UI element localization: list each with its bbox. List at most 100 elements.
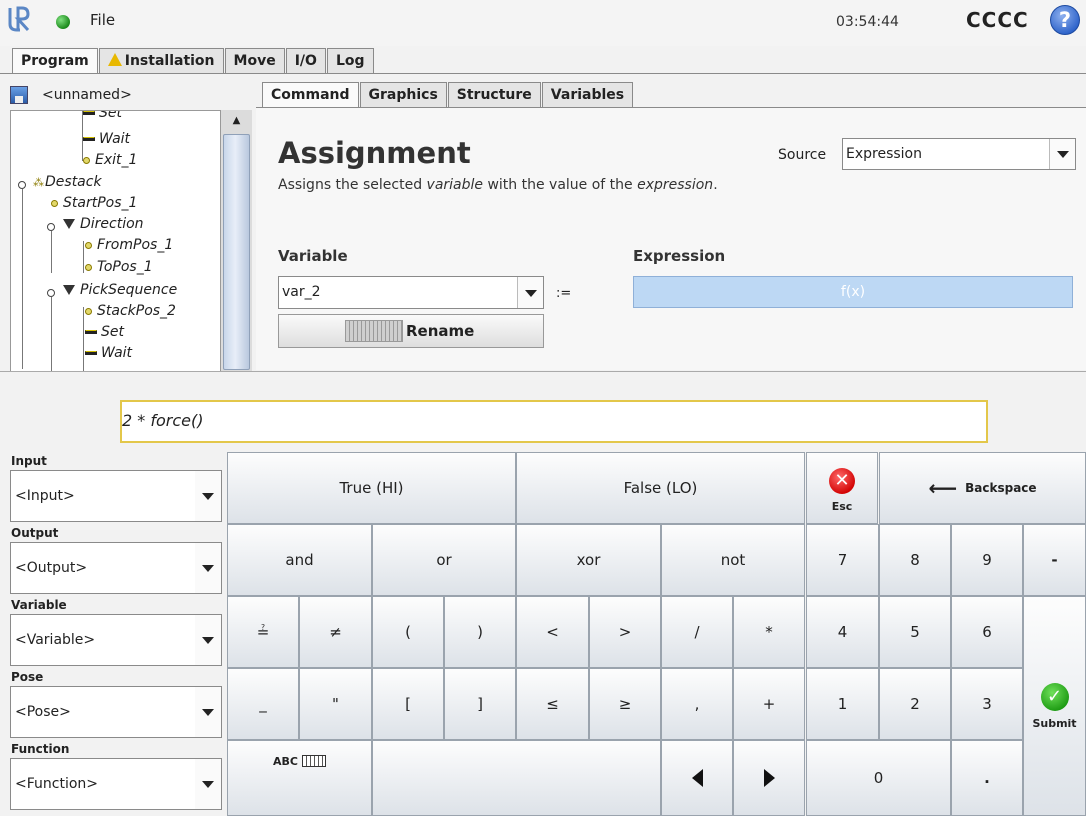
right-bracket-key[interactable]: ] xyxy=(444,668,516,740)
decimal-key[interactable]: . xyxy=(951,740,1023,816)
tab-installation[interactable]: Installation xyxy=(98,48,224,74)
digit-5-key[interactable]: 5 xyxy=(879,596,951,668)
wait-icon xyxy=(83,137,95,141)
tree-node-startpos[interactable]: StartPos_1 xyxy=(51,195,137,211)
collapse-toggle-icon[interactable] xyxy=(47,223,55,231)
pose-select[interactable]: <Pose> xyxy=(10,686,222,738)
top-bar: File 03:54:44 CCCC ? xyxy=(0,0,1086,46)
tree-node-wait-2[interactable]: Wait xyxy=(85,345,132,361)
set-icon xyxy=(83,111,95,115)
save-program-icon[interactable] xyxy=(10,86,28,104)
digit-9-key[interactable]: 9 xyxy=(951,524,1023,596)
backspace-button[interactable]: ⟵ Backspace xyxy=(879,452,1086,524)
cursor-right-button[interactable] xyxy=(733,740,805,816)
variable-select[interactable]: var_2 xyxy=(278,276,544,309)
variable-selector[interactable]: <Variable> xyxy=(10,614,222,666)
underscore-key[interactable]: _ xyxy=(227,668,299,740)
tree-node-frompos[interactable]: FromPos_1 xyxy=(85,237,173,253)
xor-key[interactable]: xor xyxy=(516,524,661,596)
tab-io[interactable]: I/O xyxy=(285,48,326,74)
output-select[interactable]: <Output> xyxy=(10,542,222,594)
digit-0-key[interactable]: 0 xyxy=(806,740,951,816)
waypoint-icon xyxy=(85,241,92,249)
expression-field[interactable]: f(x) xyxy=(633,276,1073,308)
minus-key[interactable]: - xyxy=(1023,524,1086,596)
not-equals-key[interactable]: ≠ xyxy=(299,596,372,668)
tree-node-topos[interactable]: ToPos_1 xyxy=(85,259,153,275)
digit-8-key[interactable]: 8 xyxy=(879,524,951,596)
expression-label: Expression xyxy=(633,247,726,265)
program-tree[interactable]: Set Wait Exit_1 ⁂Destack StartPos_1 Dire… xyxy=(10,110,252,372)
divide-key[interactable]: / xyxy=(661,596,733,668)
help-icon[interactable]: ? xyxy=(1050,5,1080,35)
direction-icon xyxy=(63,219,75,229)
checkmark-icon: ✓ xyxy=(1040,682,1069,711)
tab-structure[interactable]: Structure xyxy=(447,82,541,108)
plus-key[interactable]: + xyxy=(733,668,805,740)
right-paren-key[interactable]: ) xyxy=(444,596,516,668)
clock: 03:54:44 xyxy=(836,14,899,30)
quote-key[interactable]: " xyxy=(299,668,372,740)
false-key[interactable]: False (LO) xyxy=(516,452,805,524)
tree-node-direction[interactable]: Direction xyxy=(63,216,144,232)
expression-input[interactable]: 2 * force() xyxy=(120,400,988,443)
digit-4-key[interactable]: 4 xyxy=(806,596,879,668)
left-paren-key[interactable]: ( xyxy=(372,596,444,668)
ur-logo-icon xyxy=(8,6,30,32)
digit-1-key[interactable]: 1 xyxy=(806,668,879,740)
set-icon xyxy=(85,330,97,334)
tree-node-set[interactable]: Set xyxy=(83,111,122,121)
tab-graphics[interactable]: Graphics xyxy=(359,82,447,108)
digit-2-key[interactable]: 2 xyxy=(879,668,951,740)
digit-7-key[interactable]: 7 xyxy=(806,524,879,596)
scroll-thumb[interactable] xyxy=(223,134,250,370)
collapse-toggle-icon[interactable] xyxy=(47,289,55,297)
and-key[interactable]: and xyxy=(227,524,372,596)
assignment-description: Assigns the selected variable with the v… xyxy=(278,177,718,193)
tab-variables[interactable]: Variables xyxy=(541,82,634,108)
esc-button[interactable]: ✕ Esc xyxy=(806,452,878,524)
waypoint-icon xyxy=(85,307,92,315)
tree-node-wait[interactable]: Wait xyxy=(83,131,130,147)
assignment-operator: := xyxy=(556,286,572,301)
space-key[interactable] xyxy=(372,740,661,816)
left-bracket-key[interactable]: [ xyxy=(372,668,444,740)
true-key[interactable]: True (HI) xyxy=(227,452,516,524)
input-select[interactable]: <Input> xyxy=(10,470,222,522)
pose-label: Pose xyxy=(11,670,44,684)
or-key[interactable]: or xyxy=(372,524,516,596)
tree-node-stackpos[interactable]: StackPos_2 xyxy=(85,303,176,319)
collapse-toggle-icon[interactable] xyxy=(18,181,26,189)
greater-than-key[interactable]: > xyxy=(589,596,661,668)
tree-node-set-2[interactable]: Set xyxy=(85,324,124,340)
cursor-left-button[interactable] xyxy=(661,740,733,816)
digit-6-key[interactable]: 6 xyxy=(951,596,1023,668)
abc-keyboard-button[interactable]: ABC xyxy=(227,740,372,816)
function-select[interactable]: <Function> xyxy=(10,758,222,810)
equals-key[interactable]: ≟ xyxy=(227,596,299,668)
chevron-down-icon xyxy=(1049,139,1075,169)
tab-program[interactable]: Program xyxy=(12,48,98,74)
comma-key[interactable]: , xyxy=(661,668,733,740)
less-than-key[interactable]: < xyxy=(516,596,589,668)
tree-node-destack[interactable]: ⁂Destack xyxy=(33,174,102,190)
source-select[interactable]: Expression xyxy=(842,138,1076,170)
tab-move[interactable]: Move xyxy=(224,48,285,74)
less-equal-key[interactable]: ≤ xyxy=(516,668,589,740)
file-menu[interactable]: File xyxy=(90,11,115,29)
not-key[interactable]: not xyxy=(661,524,805,596)
greater-equal-key[interactable]: ≥ xyxy=(589,668,661,740)
tab-command[interactable]: Command xyxy=(262,82,359,108)
tree-node-exit[interactable]: Exit_1 xyxy=(83,152,137,168)
tree-node-picksequence[interactable]: PickSequence xyxy=(63,282,177,298)
rename-button[interactable]: Rename xyxy=(278,314,544,348)
submit-button[interactable]: ✓ Submit xyxy=(1023,596,1086,816)
multiply-key[interactable]: * xyxy=(733,596,805,668)
warning-icon xyxy=(107,53,122,66)
tree-scrollbar[interactable]: ▲ xyxy=(220,110,252,372)
scroll-up-icon[interactable]: ▲ xyxy=(221,110,252,132)
digit-3-key[interactable]: 3 xyxy=(951,668,1023,740)
input-label: Input xyxy=(11,454,47,468)
tab-log[interactable]: Log xyxy=(326,48,374,74)
sequence-icon xyxy=(63,285,75,295)
